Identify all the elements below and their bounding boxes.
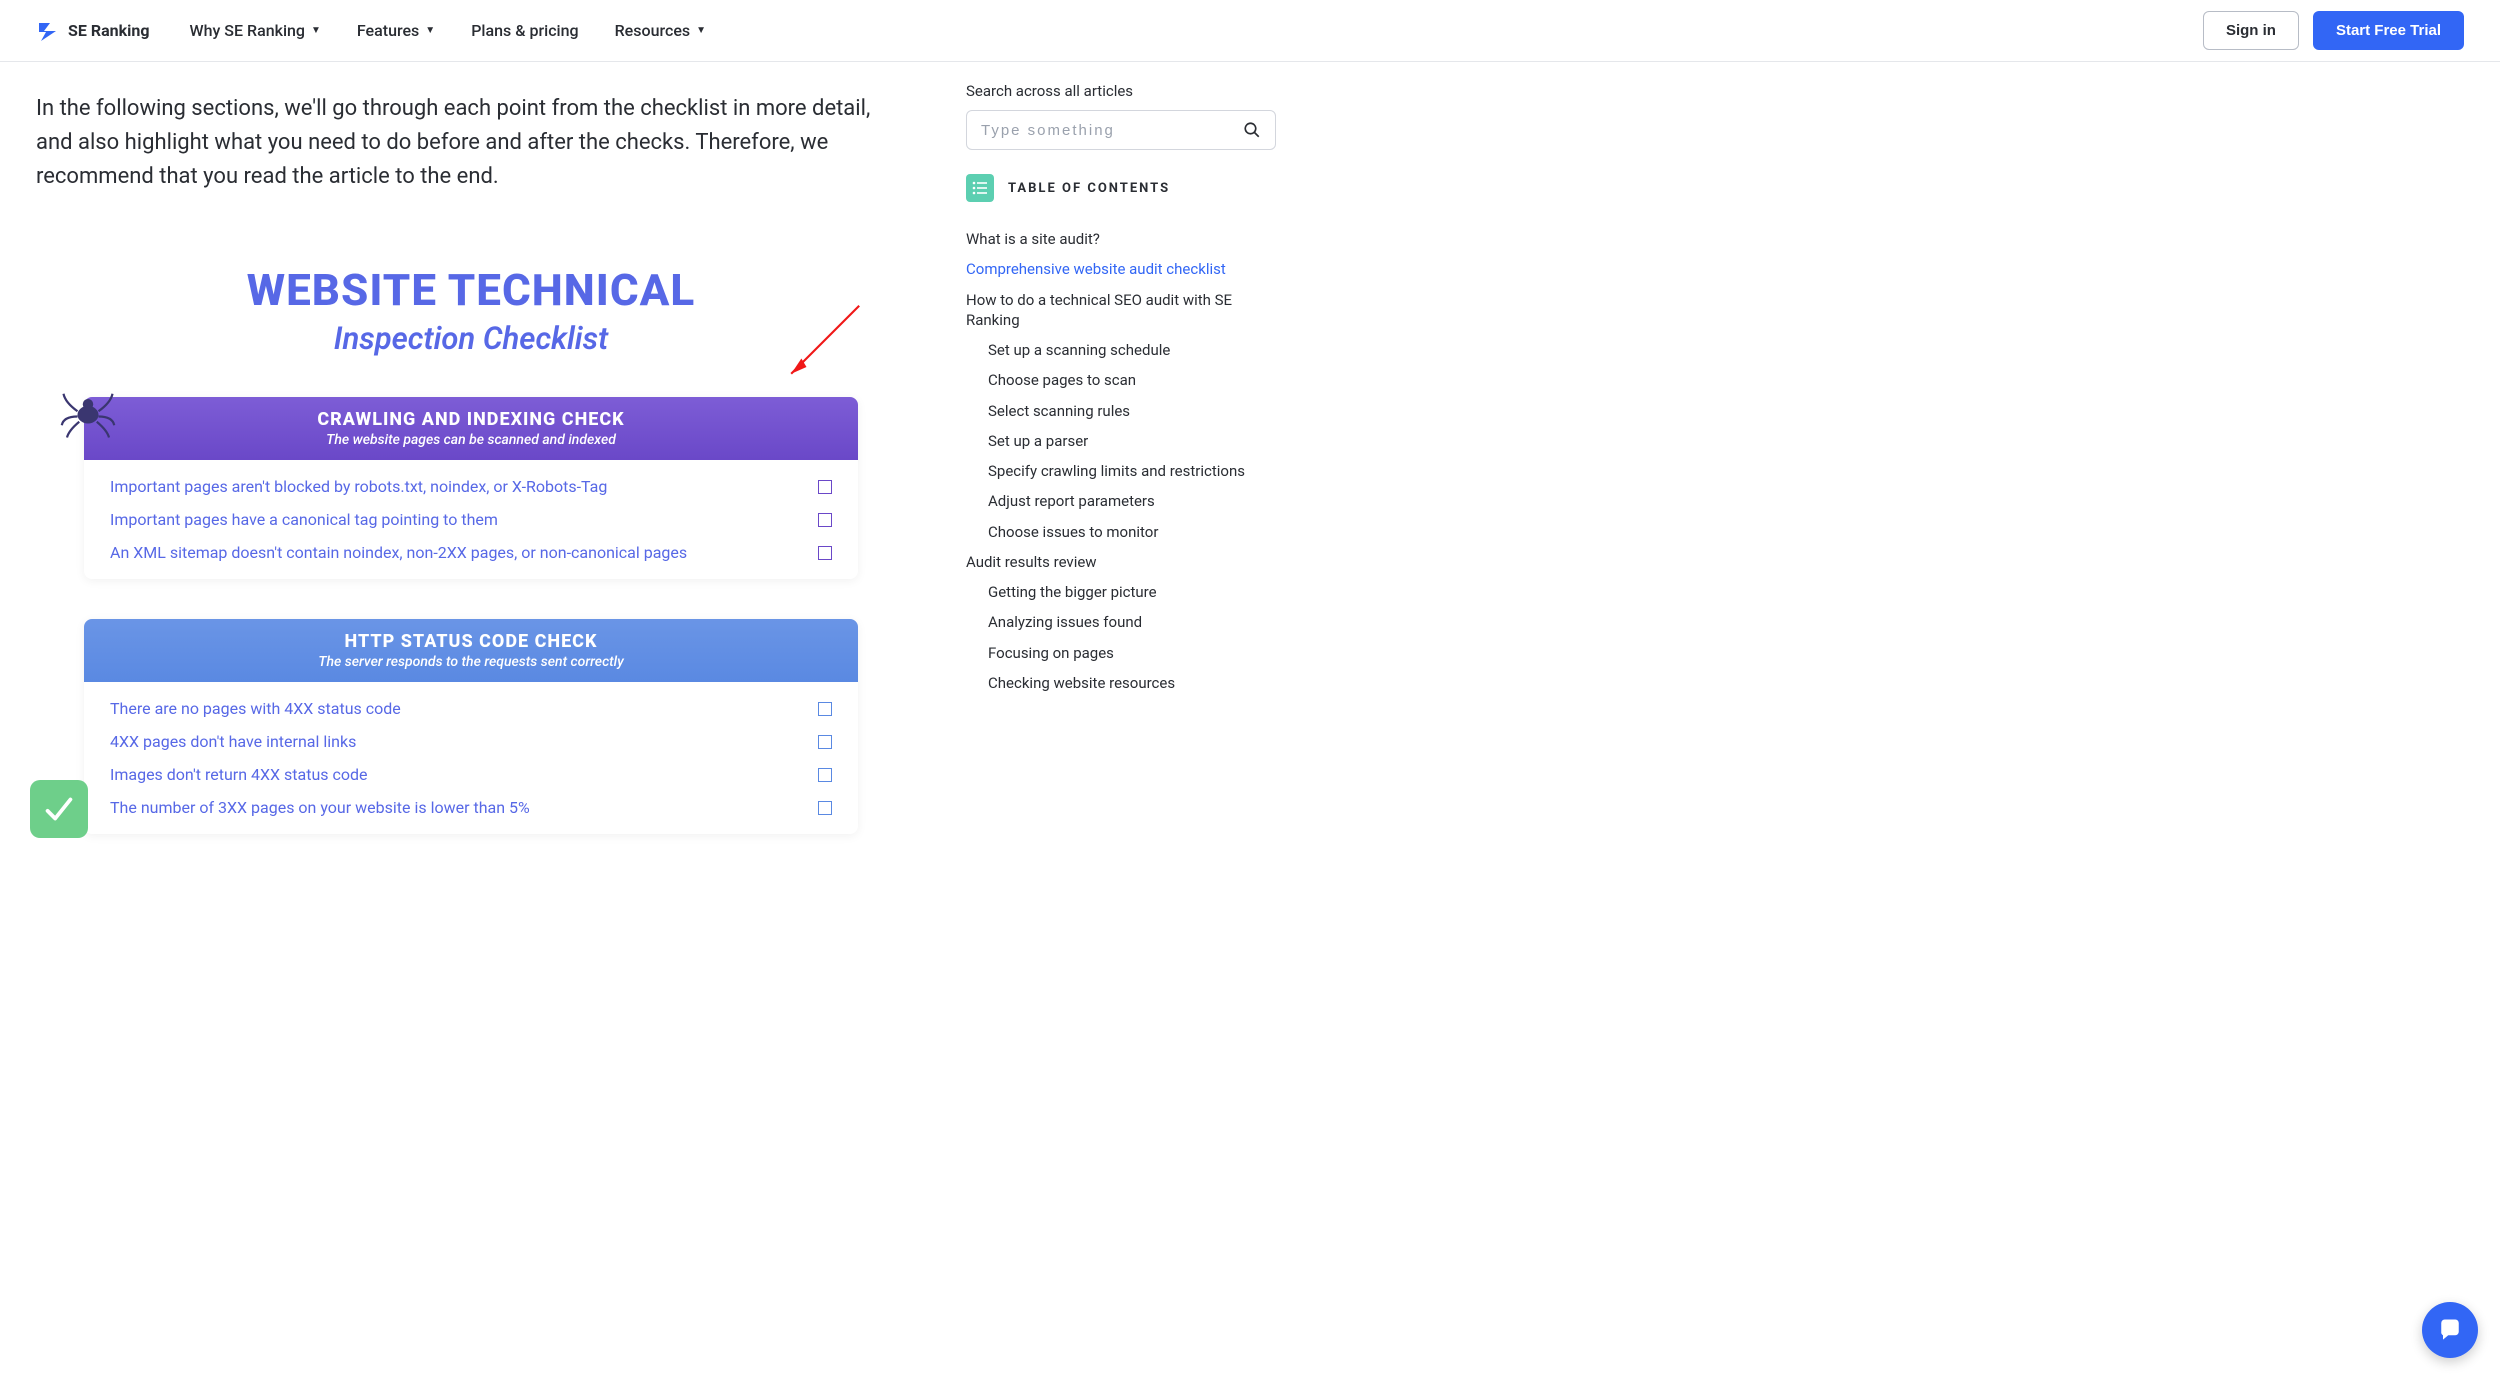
chat-icon xyxy=(2436,1316,2464,1344)
toc-item[interactable]: What is a site audit? xyxy=(966,224,1276,254)
toc-item[interactable]: Adjust report parameters xyxy=(988,486,1276,516)
toc-item[interactable]: Checking website resources xyxy=(988,668,1276,698)
nav-resources[interactable]: Resources ▼ xyxy=(615,21,706,40)
checkbox-icon xyxy=(818,702,832,716)
search-box[interactable] xyxy=(966,110,1276,150)
intro-paragraph: In the following sections, we'll go thro… xyxy=(36,92,906,194)
chat-button[interactable] xyxy=(2422,1302,2478,1358)
main-nav: Why SE Ranking ▼ Features ▼ Plans & pric… xyxy=(190,21,707,40)
checkbox-icon xyxy=(818,768,832,782)
toc-list-icon xyxy=(966,174,994,202)
toc-item[interactable]: Select scanning rules xyxy=(988,396,1276,426)
table-of-contents: What is a site audit? Comprehensive webs… xyxy=(966,224,1276,698)
logo-icon xyxy=(36,19,60,43)
checklist-section-crawling: CRAWLING AND INDEXING CHECK The website … xyxy=(84,397,858,579)
checkbox-icon xyxy=(818,546,832,560)
toc-item[interactable]: Set up a scanning schedule xyxy=(988,335,1276,365)
checklist-subtitle: Inspection Checklist xyxy=(56,320,886,357)
toc-item[interactable]: Specify crawling limits and restrictions xyxy=(988,456,1276,486)
article-main: In the following sections, we'll go thro… xyxy=(36,82,906,834)
checklist-body: There are no pages with 4XX status code … xyxy=(84,682,858,834)
toc-item[interactable]: Getting the bigger picture xyxy=(988,577,1276,607)
checklist-graphic: WEBSITE TECHNICAL Inspection Checklist C… xyxy=(36,264,906,834)
toc-item[interactable]: How to do a technical SEO audit with SE … xyxy=(966,285,1276,336)
toc-item[interactable]: Comprehensive website audit checklist xyxy=(966,254,1276,284)
toc-item[interactable]: Choose pages to scan xyxy=(988,365,1276,395)
checklist-title: WEBSITE TECHNICAL xyxy=(56,264,886,316)
header-left: SE Ranking Why SE Ranking ▼ Features ▼ P… xyxy=(36,19,706,43)
site-header: SE Ranking Why SE Ranking ▼ Features ▼ P… xyxy=(0,0,2500,62)
toc-item[interactable]: Choose issues to monitor xyxy=(988,517,1276,547)
checklist-body: Important pages aren't blocked by robots… xyxy=(84,460,858,579)
toc-heading: TABLE OF CONTENTS xyxy=(1008,181,1170,196)
checkbox-icon xyxy=(818,480,832,494)
toc-item[interactable]: Audit results review xyxy=(966,547,1276,577)
nav-features[interactable]: Features ▼ xyxy=(357,21,435,40)
chevron-down-icon: ▼ xyxy=(311,25,321,36)
toc-header: TABLE OF CONTENTS xyxy=(966,174,1276,202)
checklist-item-label: Important pages aren't blocked by robots… xyxy=(110,477,607,496)
chevron-down-icon: ▼ xyxy=(425,25,435,36)
annotation-arrow-icon xyxy=(781,299,866,384)
checklist-row: An XML sitemap doesn't contain noindex, … xyxy=(84,536,858,569)
chevron-down-icon: ▼ xyxy=(696,25,706,36)
checklist-item-label: An XML sitemap doesn't contain noindex, … xyxy=(110,543,687,562)
checklist-row: Important pages aren't blocked by robots… xyxy=(84,470,858,503)
nav-label: Why SE Ranking xyxy=(190,21,306,40)
section-subheading: The website pages can be scanned and ind… xyxy=(104,432,838,448)
nav-label: Resources xyxy=(615,21,691,40)
search-label: Search across all articles xyxy=(966,82,1276,100)
checklist-item-label: The number of 3XX pages on your website … xyxy=(110,798,530,817)
section-heading: CRAWLING AND INDEXING CHECK xyxy=(104,409,838,430)
header-right: Sign in Start Free Trial xyxy=(2203,11,2464,50)
checkmark-badge-icon xyxy=(30,780,88,838)
checklist-section-head: HTTP STATUS CODE CHECK The server respon… xyxy=(84,619,858,682)
checklist-row: Images don't return 4XX status code xyxy=(84,758,858,791)
nav-label: Plans & pricing xyxy=(471,21,578,40)
checkbox-icon xyxy=(818,513,832,527)
checklist-item-label: 4XX pages don't have internal links xyxy=(110,732,356,751)
intro-text: In the following sections, we'll go thro… xyxy=(36,92,906,194)
logo-text: SE Ranking xyxy=(68,21,150,40)
section-subheading: The server responds to the requests sent… xyxy=(104,654,838,670)
toc-item[interactable]: Set up a parser xyxy=(988,426,1276,456)
article-sidebar: Search across all articles TABLE OF CONT… xyxy=(966,82,1276,834)
checklist-section-head: CRAWLING AND INDEXING CHECK The website … xyxy=(84,397,858,460)
nav-why[interactable]: Why SE Ranking ▼ xyxy=(190,21,321,40)
nav-label: Features xyxy=(357,21,419,40)
checklist-row: Important pages have a canonical tag poi… xyxy=(84,503,858,536)
logo[interactable]: SE Ranking xyxy=(36,19,150,43)
search-icon[interactable] xyxy=(1243,121,1261,139)
checklist-section-http: HTTP STATUS CODE CHECK The server respon… xyxy=(84,619,858,834)
spider-icon xyxy=(60,385,116,441)
checklist-row: 4XX pages don't have internal links xyxy=(84,725,858,758)
sign-in-button[interactable]: Sign in xyxy=(2203,11,2299,50)
search-input[interactable] xyxy=(981,122,1233,139)
start-trial-button[interactable]: Start Free Trial xyxy=(2313,11,2464,50)
checklist-item-label: Images don't return 4XX status code xyxy=(110,765,368,784)
toc-item[interactable]: Focusing on pages xyxy=(988,638,1276,668)
nav-plans[interactable]: Plans & pricing xyxy=(471,21,578,40)
checkbox-icon xyxy=(818,801,832,815)
checklist-row: The number of 3XX pages on your website … xyxy=(84,791,858,824)
checklist-item-label: Important pages have a canonical tag poi… xyxy=(110,510,498,529)
checklist-item-label: There are no pages with 4XX status code xyxy=(110,699,401,718)
checklist-row: There are no pages with 4XX status code xyxy=(84,692,858,725)
toc-item[interactable]: Analyzing issues found xyxy=(988,607,1276,637)
section-heading: HTTP STATUS CODE CHECK xyxy=(104,631,838,652)
checkbox-icon xyxy=(818,735,832,749)
